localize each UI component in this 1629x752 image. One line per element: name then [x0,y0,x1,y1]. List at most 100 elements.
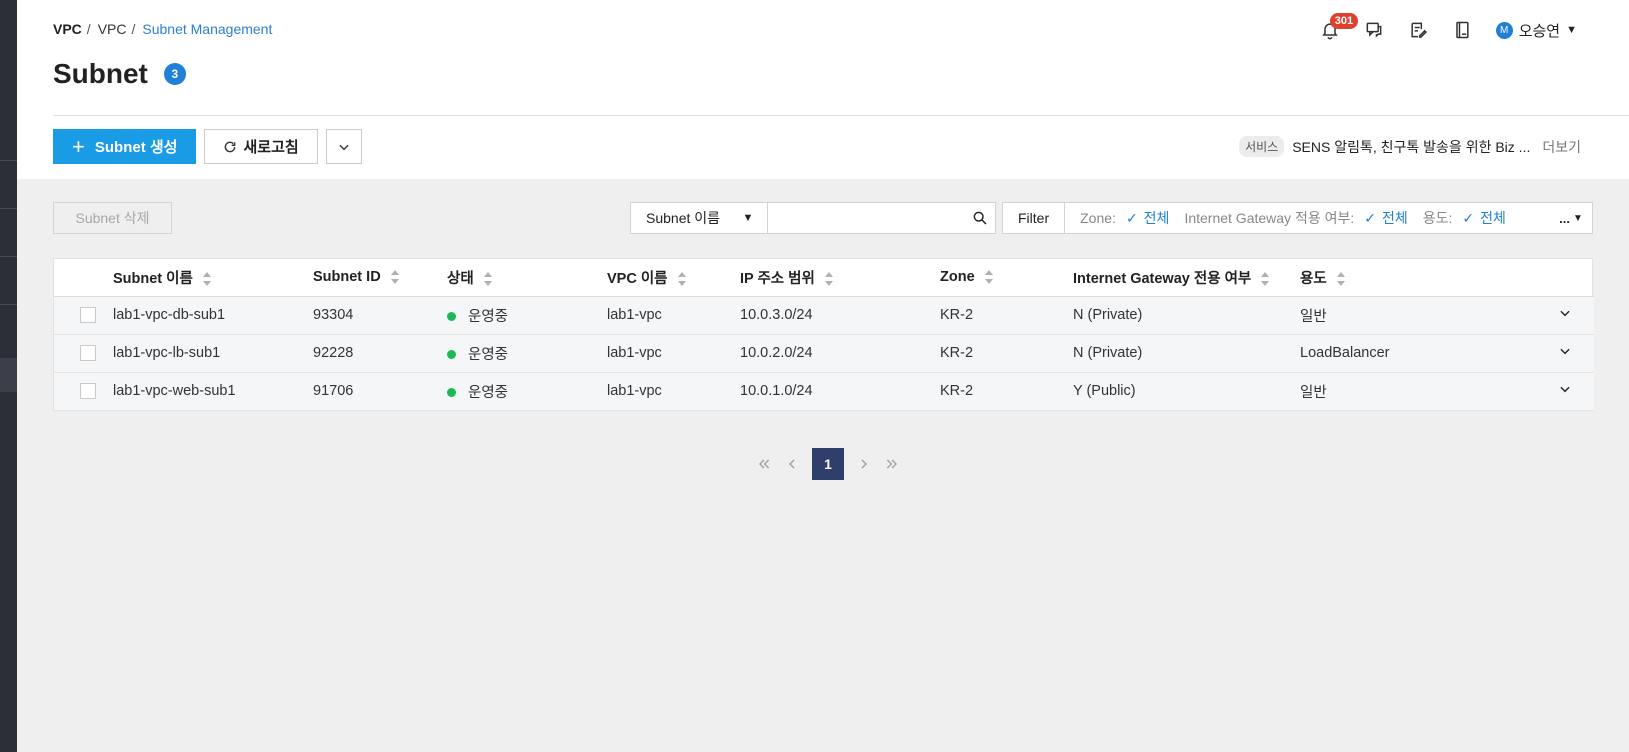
row-expand-button[interactable] [1506,334,1594,373]
cell-ip-range: 10.0.3.0/24 [740,296,940,335]
book-icon [1455,21,1469,39]
breadcrumb-separator: / [131,21,136,37]
notice-more-link[interactable]: 더보기 [1542,137,1581,157]
last-page-icon [886,459,897,469]
rail-divider [0,304,17,305]
chat-button[interactable] [1352,16,1396,44]
status-text: 운영중 [468,308,509,325]
caret-down-icon: ▼ [1572,212,1583,224]
more-actions-button[interactable] [325,129,362,164]
cell-vpc-name: lab1-vpc [607,383,662,400]
breadcrumb-parent[interactable]: VPC [98,21,127,37]
notice-text[interactable]: SENS 알림톡, 친구톡 발송을 위한 Biz ... [1292,137,1530,157]
pagination: 1 [750,448,906,480]
refresh-button[interactable]: 새로고침 [204,129,318,164]
row-checkbox[interactable] [80,345,96,362]
cell-subnet-id: 91706 [313,383,354,400]
search-input[interactable] [768,203,966,233]
memo-button[interactable] [1396,16,1440,44]
rail-divider [0,256,17,257]
sort-icon [483,271,492,286]
next-page-icon [861,459,867,469]
cell-status: 운영중 [447,334,607,373]
column-header[interactable]: Subnet ID [313,259,447,297]
filter-zone[interactable]: Zone: ✓ 전체 [1080,208,1169,228]
filter-value: 전체 [1381,210,1408,226]
cell-subnet-name[interactable]: lab1-vpc-lb-sub1 [113,334,313,373]
row-expand-button[interactable] [1506,296,1594,335]
filter-value: 전체 [1480,210,1506,226]
cell-zone: KR-2 [940,296,1073,335]
notifications-button[interactable]: 301 [1308,13,1359,44]
row-checkbox[interactable] [80,307,96,324]
header-divider [53,115,1629,116]
cell-subnet-id: 93304 [313,296,447,335]
column-header[interactable]: Zone [940,259,1073,297]
cell-vpc-name: lab1-vpc [607,296,740,335]
left-navigation-rail [0,0,17,752]
column-header[interactable]: 용도 [1300,259,1506,297]
filter-usage[interactable]: 용도: ✓ 전체 [1423,208,1506,228]
column-header[interactable]: Subnet 이름 [113,259,313,297]
sort-icon [1261,271,1270,286]
search-icon [973,211,987,225]
plus-icon: + [72,133,85,159]
table-row[interactable]: lab1-vpc-web-sub1 91706 운영중 lab1-vpc 10.… [54,372,1594,410]
manual-button[interactable] [1440,16,1484,44]
column-header[interactable]: 상태 [447,259,607,297]
sort-icon [984,270,993,285]
column-header-label: Subnet 이름 [113,270,193,287]
page-number-current[interactable]: 1 [812,448,844,480]
status-text: 운영중 [468,384,509,401]
create-subnet-label: Subnet 생성 [94,139,178,156]
column-header[interactable]: IP 주소 범위 [740,259,940,297]
last-page-button[interactable] [878,448,906,480]
next-page-button[interactable] [850,448,878,480]
create-subnet-button[interactable]: + Subnet 생성 [53,129,197,164]
column-header[interactable]: VPC 이름 [607,259,740,297]
cell-subnet-name[interactable]: lab1-vpc-db-sub1 [113,296,313,335]
breadcrumb-root[interactable]: VPC [53,21,82,37]
sort-icon [824,271,833,286]
filter-more-button[interactable]: ... ▼ [1550,203,1592,233]
rail-divider [0,160,17,161]
header-select [54,259,113,297]
breadcrumb: VPC / VPC / Subnet Management [53,21,272,37]
user-menu[interactable]: M 오승연 ▼ [1495,20,1577,41]
row-checkbox[interactable] [80,383,96,400]
refresh-label: 새로고침 [243,139,299,156]
item-count-badge: 3 [163,63,186,85]
row-expand-button[interactable] [1506,372,1594,410]
cell-zone: KR-2 [940,383,974,400]
breadcrumb-current[interactable]: Subnet Management [142,21,272,37]
first-page-button[interactable] [750,448,778,480]
status-dot-icon [447,312,456,322]
prev-page-button[interactable] [778,448,806,480]
cell-usage: 일반 [1300,384,1327,401]
table-row[interactable]: lab1-vpc-db-sub1 93304 운영중 lab1-vpc 10.0… [54,296,1594,335]
chevron-down-icon [339,144,349,150]
table-row[interactable]: lab1-vpc-lb-sub1 92228 운영중 lab1-vpc 10.0… [54,334,1594,373]
delete-subnet-button[interactable]: Subnet 삭제 [53,202,172,234]
filter-internet-gateway[interactable]: Internet Gateway 적용 여부: ✓ 전체 [1184,208,1407,228]
cell-subnet-name[interactable]: lab1-vpc-web-sub1 [113,372,313,410]
filter-bar: Filter Zone: ✓ 전체 Internet Gateway 적용 여부… [1002,202,1593,234]
header-utilities: 301 M 오승연 ▼ [1308,13,1577,44]
chat-icon [1366,22,1382,38]
column-header-label: Zone [940,269,975,286]
search-field-select[interactable]: Subnet 이름 ▼ [631,203,769,233]
cell-igw: Y (Public) [1073,383,1136,400]
page-title-text: Subnet [53,58,148,89]
filter-button[interactable]: Filter [1003,203,1066,233]
cell-status: 운영중 [447,372,607,410]
page-header: VPC / VPC / Subnet Management Subnet 3 301… [17,0,1629,179]
cell-ip-range: 10.0.2.0/24 [740,334,940,373]
cell-status: 운영중 [447,296,607,335]
cell-usage: LoadBalancer [1300,334,1506,373]
filter-key: 용도: [1422,210,1453,226]
status-dot-icon [447,388,456,398]
column-header[interactable]: Internet Gateway 전용 여부 [1073,259,1300,297]
subnet-table: Subnet 이름 Subnet ID 상태 VPC 이름 IP 주소 범위 Z… [53,258,1594,411]
search-button[interactable] [965,203,995,233]
rail-active-item[interactable] [0,358,17,392]
